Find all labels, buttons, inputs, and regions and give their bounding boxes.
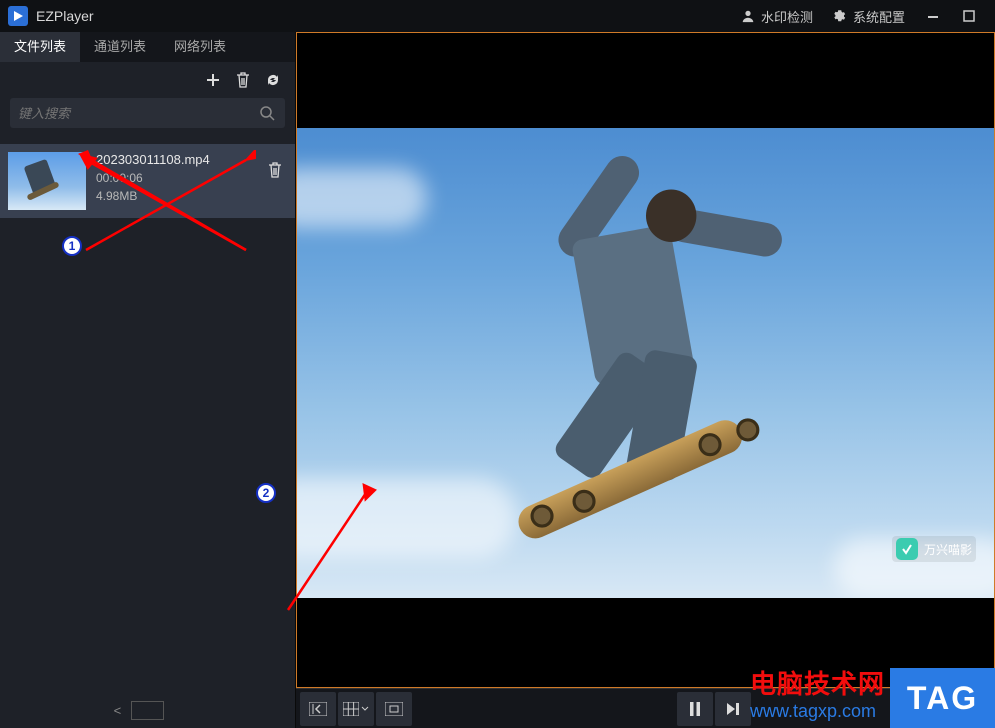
pause-icon (689, 702, 701, 716)
file-list: 202303011108.mp4 00:00:06 4.98MB (0, 136, 295, 692)
video-watermark: 万兴喵影 (892, 536, 976, 562)
minimize-icon (927, 10, 939, 22)
refresh-icon (265, 72, 281, 88)
toggle-sidebar-button[interactable] (300, 692, 336, 726)
overlay-tag-badge: TAG (890, 668, 995, 728)
next-icon (726, 702, 740, 716)
sidebar: 文件列表 通道列表 网络列表 202303011 (0, 32, 296, 728)
file-delete-button[interactable] (263, 152, 287, 210)
file-item[interactable]: 202303011108.mp4 00:00:06 4.98MB (0, 144, 295, 218)
app-logo (8, 6, 28, 26)
fullscreen-button[interactable] (376, 692, 412, 726)
file-size: 4.98MB (96, 189, 263, 203)
trash-icon (236, 72, 250, 88)
overlay-site-url: www.tagxp.com (750, 701, 885, 722)
overlay-site-branding: 电脑技术网 www.tagxp.com (750, 664, 885, 722)
system-config-button[interactable]: 系统配置 (823, 0, 915, 32)
watermark-detect-label: 水印检测 (761, 7, 813, 26)
tab-network-list[interactable]: 网络列表 (160, 32, 240, 62)
pagination: < > (0, 692, 295, 728)
tab-channel-list[interactable]: 通道列表 (80, 32, 160, 62)
gear-icon (833, 9, 847, 23)
search-icon (259, 105, 277, 121)
watermark-icon (896, 538, 918, 560)
watermark-text: 万兴喵影 (924, 541, 972, 558)
titlebar: EZPlayer 水印检测 系统配置 (0, 0, 995, 32)
video-frame: 万兴喵影 (297, 128, 994, 598)
grid-layout-button[interactable] (338, 692, 374, 726)
file-meta: 202303011108.mp4 00:00:06 4.98MB (86, 152, 263, 210)
video-surface[interactable]: 万兴喵影 (296, 32, 995, 688)
add-button[interactable] (203, 70, 223, 90)
fullscreen-icon (385, 702, 403, 716)
chevron-down-icon (361, 705, 369, 713)
sidebar-tabs: 文件列表 通道列表 网络列表 (0, 32, 295, 62)
trash-icon (268, 162, 282, 178)
minimize-button[interactable] (915, 0, 951, 32)
maximize-icon (963, 10, 975, 22)
app-title: EZPlayer (36, 8, 94, 24)
search-input[interactable] (18, 106, 259, 121)
search-box[interactable] (10, 98, 285, 128)
system-config-label: 系统配置 (853, 7, 905, 26)
refresh-button[interactable] (263, 70, 283, 90)
delete-all-button[interactable] (233, 70, 253, 90)
file-duration: 00:00:06 (96, 171, 263, 185)
annotation-badge-2: 2 (256, 483, 276, 503)
overlay-site-name: 电脑技术网 (750, 664, 885, 701)
next-button[interactable] (715, 692, 751, 726)
collapse-icon (309, 702, 327, 716)
pager-prev[interactable]: < (114, 703, 122, 718)
sidebar-toolbar (0, 62, 295, 90)
watermark-detect-button[interactable]: 水印检测 (731, 0, 823, 32)
pause-button[interactable] (677, 692, 713, 726)
maximize-button[interactable] (951, 0, 987, 32)
user-icon (741, 9, 755, 23)
tab-file-list[interactable]: 文件列表 (0, 32, 80, 62)
plus-icon (205, 72, 221, 88)
pager-page-input[interactable] (131, 701, 163, 720)
file-name: 202303011108.mp4 (96, 152, 263, 167)
annotation-badge-1: 1 (62, 236, 82, 256)
player-area: 万兴喵影 (296, 32, 995, 728)
file-thumbnail (8, 152, 86, 210)
grid-icon (343, 702, 359, 716)
